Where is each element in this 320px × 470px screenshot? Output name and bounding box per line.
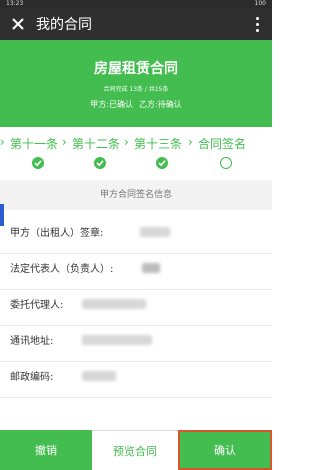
contract-progress: 合同完成 13条 / 共15条	[103, 86, 169, 93]
current-step-circle-icon	[220, 157, 232, 169]
confirm-button[interactable]: 确认	[178, 430, 272, 470]
party-status: 甲方:已确认 乙方:待确认	[0, 99, 272, 110]
more-icon-dot	[255, 28, 259, 32]
step-label-11[interactable]: 第十一条	[10, 135, 58, 152]
close-button[interactable]	[0, 8, 36, 40]
more-menu-button[interactable]	[252, 14, 262, 34]
form-label: 委托代理人:	[10, 300, 64, 311]
step-label-12[interactable]: 第十二条	[72, 135, 120, 152]
form-label: 法定代表人（负责人）:	[10, 264, 114, 275]
form-row-postcode[interactable]: 邮政编码:	[0, 354, 272, 398]
redacted-value	[82, 334, 152, 345]
status-battery: 100	[254, 0, 266, 7]
check-icon	[94, 157, 106, 169]
status-time: 13:23	[6, 0, 24, 7]
preview-contract-button[interactable]: 预览合同	[92, 430, 178, 470]
step-arrow-icon: ›	[0, 135, 5, 149]
contract-header: 房屋租赁合同 合同完成 13条 / 共15条 甲方:已确认 乙方:待确认	[0, 40, 272, 127]
redacted-value	[82, 298, 146, 309]
contract-title: 房屋租赁合同	[94, 61, 178, 77]
redacted-value	[142, 262, 160, 273]
party-a-status: 甲方:已确认	[90, 100, 133, 109]
close-icon	[12, 18, 24, 30]
form-label: 邮政编码:	[10, 372, 54, 383]
step-arrow-icon: ›	[188, 135, 193, 149]
more-icon	[255, 16, 259, 20]
redacted-value	[140, 226, 170, 237]
cancel-button[interactable]: 撤销	[0, 430, 92, 470]
step-arrow-icon: ›	[124, 135, 129, 149]
step-label-13[interactable]: 第十三条	[134, 135, 182, 152]
step-indicator: › 第十一条 › 第十二条 › 第十三条 › 合同签名	[0, 127, 272, 177]
party-b-status: 乙方:待确认	[139, 100, 182, 109]
status-bar: 13:23 100	[0, 0, 272, 8]
check-icon	[156, 157, 168, 169]
form-label: 通讯地址:	[10, 336, 54, 347]
page-title: 我的合同	[36, 17, 92, 33]
more-icon-dot	[255, 22, 259, 26]
form-label: 甲方（出租人）签章:	[10, 228, 104, 239]
step-arrow-icon: ›	[62, 135, 67, 149]
section-heading: 甲方合同签名信息	[0, 180, 272, 210]
redacted-value	[82, 370, 116, 381]
action-bar: 撤销 预览合同 确认	[0, 430, 272, 470]
step-label-signature[interactable]: 合同签名	[198, 135, 246, 152]
check-icon	[32, 157, 44, 169]
title-bar: 我的合同	[0, 8, 272, 40]
